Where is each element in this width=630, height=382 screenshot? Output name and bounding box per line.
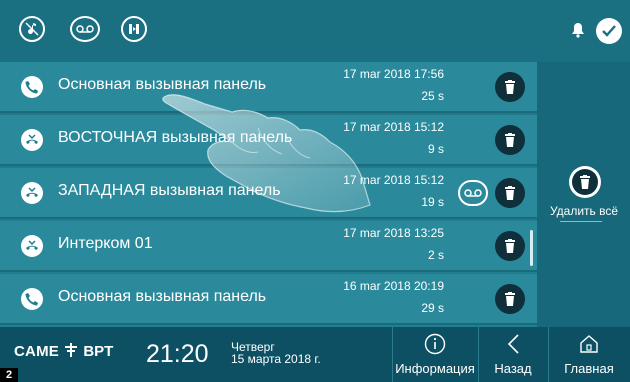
info-icon — [424, 333, 446, 355]
list-item[interactable]: ВОСТОЧНАЯ вызывная панель 17 mar 2018 15… — [0, 115, 537, 166]
call-duration: 9 s — [427, 142, 444, 156]
trash-icon[interactable] — [495, 72, 525, 102]
trash-icon[interactable] — [495, 178, 525, 208]
voicemail-icon[interactable] — [458, 180, 488, 206]
answered-call-icon — [21, 76, 43, 98]
missed-call-icon — [21, 235, 43, 257]
brand-came: CAME — [14, 343, 59, 360]
call-duration: 25 s — [421, 89, 444, 103]
chevron-left-icon — [507, 334, 519, 354]
brand-logo: CAME BPT — [14, 343, 113, 360]
clock: 21:20 — [146, 340, 209, 368]
answered-call-icon — [21, 288, 43, 310]
trash-icon[interactable] — [495, 125, 525, 155]
missed-call-icon — [21, 182, 43, 204]
home-button[interactable]: Главная — [548, 327, 630, 382]
call-duration: 19 s — [421, 195, 444, 209]
missed-call-icon — [21, 129, 43, 151]
list-item[interactable]: Основная вызывная панель 17 mar 2018 17:… — [0, 62, 537, 113]
full-date: 15 марта 2018 г. — [231, 352, 321, 366]
call-duration: 29 s — [421, 301, 444, 315]
voicemail-icon[interactable] — [70, 16, 100, 42]
bpt-icon — [65, 343, 81, 360]
delete-all-label[interactable]: Удалить всё — [541, 204, 627, 218]
home-label: Главная — [564, 361, 614, 376]
back-label: Назад — [494, 361, 532, 376]
info-button[interactable]: Информация — [392, 327, 478, 382]
mute-ringtone-icon[interactable] — [19, 16, 45, 42]
brand-bpt: BPT — [83, 343, 114, 360]
call-date: 17 mar 2018 17:56 — [343, 67, 444, 81]
call-log-list: Основная вызывная панель 17 mar 2018 17:… — [0, 62, 537, 327]
trash-icon[interactable] — [495, 231, 525, 261]
figure-number-badge: 2 — [0, 368, 18, 382]
back-button[interactable]: Назад — [478, 327, 548, 382]
list-item[interactable]: ЗАПАДНАЯ вызывная панель 17 mar 2018 15:… — [0, 168, 537, 219]
screen: Основная вызывная панель 17 mar 2018 17:… — [0, 0, 630, 382]
trash-icon — [572, 169, 598, 195]
home-icon — [580, 335, 598, 353]
call-date: 17 mar 2018 15:12 — [343, 173, 444, 187]
trash-icon[interactable] — [495, 284, 525, 314]
top-bar — [0, 0, 630, 62]
info-label: Информация — [395, 361, 475, 376]
call-date: 17 mar 2018 15:12 — [343, 120, 444, 134]
caller-name: Интерком 01 — [58, 235, 153, 252]
date-display: Четверг 15 марта 2018 г. — [231, 341, 321, 365]
call-date: 16 mar 2018 20:19 — [343, 279, 444, 293]
list-item[interactable]: Основная вызывная панель 16 mar 2018 20:… — [0, 274, 537, 325]
delete-all-button[interactable] — [569, 166, 601, 198]
scrollbar[interactable] — [530, 230, 533, 266]
check-icon[interactable] — [596, 18, 622, 44]
call-date: 17 mar 2018 13:25 — [343, 226, 444, 240]
caller-name: ВОСТОЧНАЯ вызывная панель — [58, 129, 293, 146]
call-duration: 2 s — [427, 248, 444, 262]
caller-name: ЗАПАДНАЯ вызывная панель — [58, 182, 281, 199]
do-not-disturb-icon[interactable] — [121, 16, 147, 42]
divider — [560, 221, 602, 222]
caller-name: Основная вызывная панель — [58, 76, 267, 93]
list-item[interactable]: Интерком 01 17 mar 2018 13:25 2 s — [0, 221, 537, 272]
caller-name: Основная вызывная панель — [58, 288, 267, 305]
bell-icon — [571, 22, 585, 38]
